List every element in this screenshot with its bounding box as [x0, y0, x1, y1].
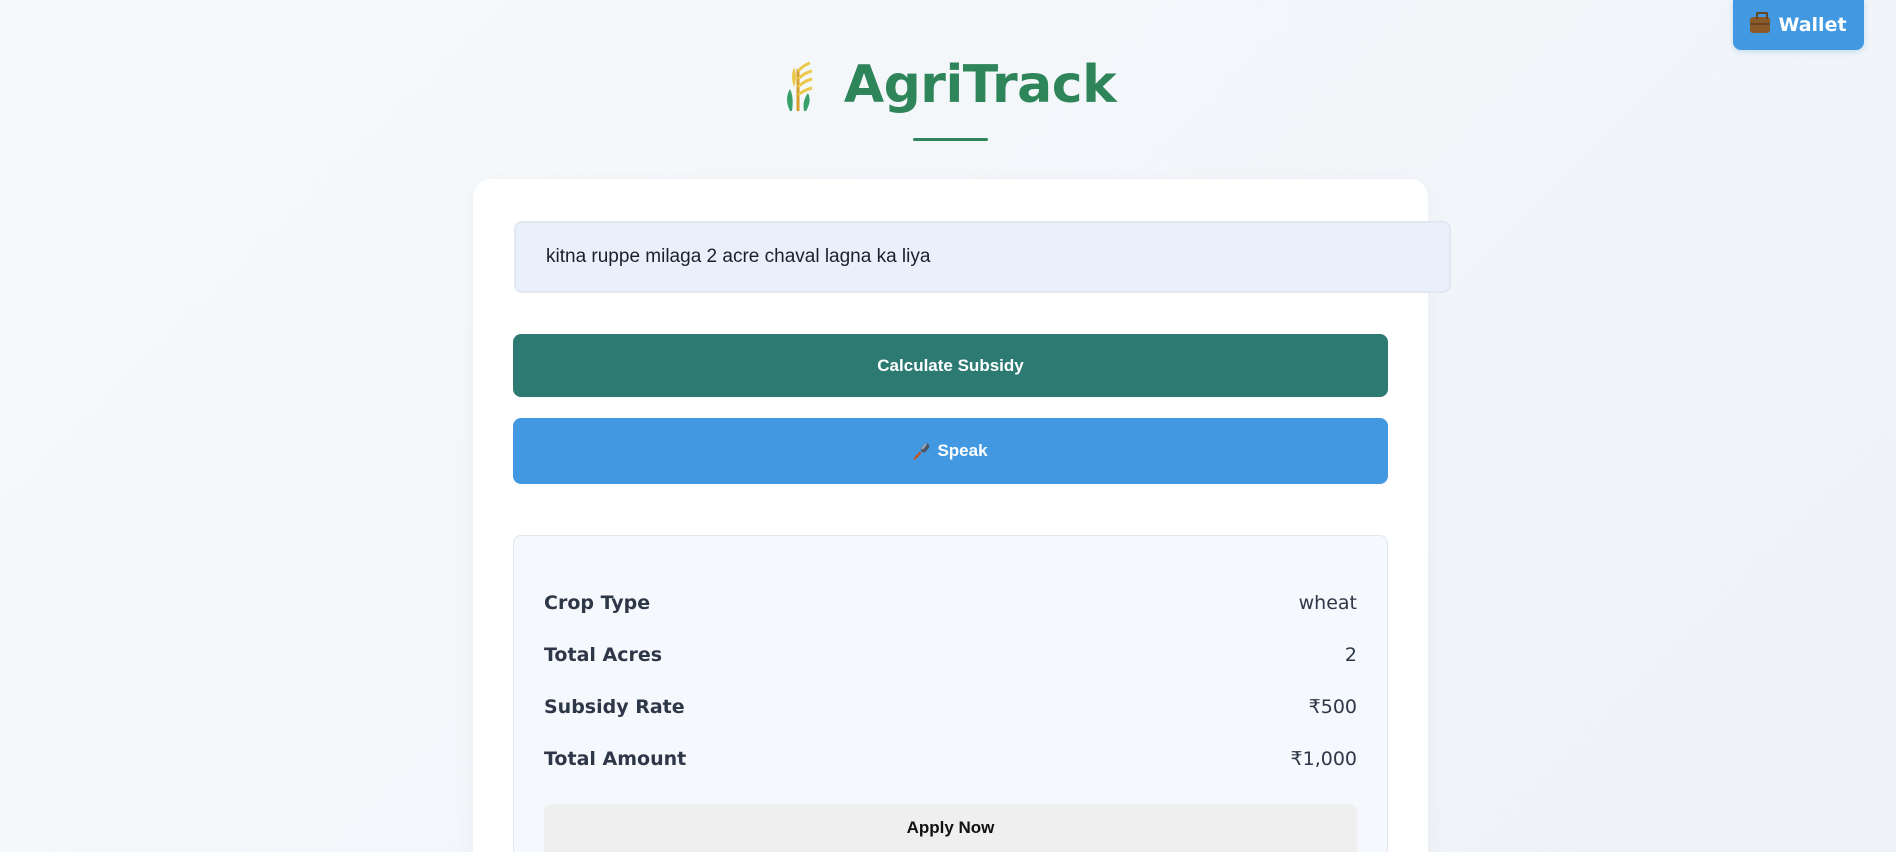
result-label: Crop Type: [544, 592, 651, 614]
result-row-crop-type: Crop Type wheat: [544, 588, 1357, 618]
result-row-total-amount: Total Amount ₹1,000: [544, 744, 1357, 774]
wheat-sprout-icon: [786, 61, 813, 111]
title-underline: [913, 138, 988, 141]
result-value: ₹1,000: [1290, 748, 1357, 770]
query-input[interactable]: [514, 221, 1451, 293]
wallet-button[interactable]: Wallet: [1733, 0, 1864, 50]
app-header: AgriTrack: [0, 55, 1896, 115]
result-value: wheat: [1298, 592, 1357, 614]
result-value: ₹500: [1308, 696, 1357, 718]
microphone-icon: [914, 443, 930, 460]
result-label: Total Amount: [544, 748, 687, 770]
result-label: Total Acres: [544, 644, 663, 666]
calculate-subsidy-button[interactable]: Calculate Subsidy: [513, 334, 1388, 397]
briefcase-icon: [1750, 12, 1771, 33]
speak-label: Speak: [937, 441, 988, 460]
result-label: Subsidy Rate: [544, 696, 685, 718]
result-value: 2: [1344, 644, 1357, 666]
wallet-label: Wallet: [1778, 14, 1847, 36]
app-title: AgriTrack: [843, 55, 1117, 115]
speak-button[interactable]: Speak: [513, 418, 1388, 484]
result-row-total-acres: Total Acres 2: [544, 640, 1357, 670]
result-row-subsidy-rate: Subsidy Rate ₹500: [544, 692, 1357, 722]
apply-now-button[interactable]: Apply Now: [544, 804, 1357, 852]
